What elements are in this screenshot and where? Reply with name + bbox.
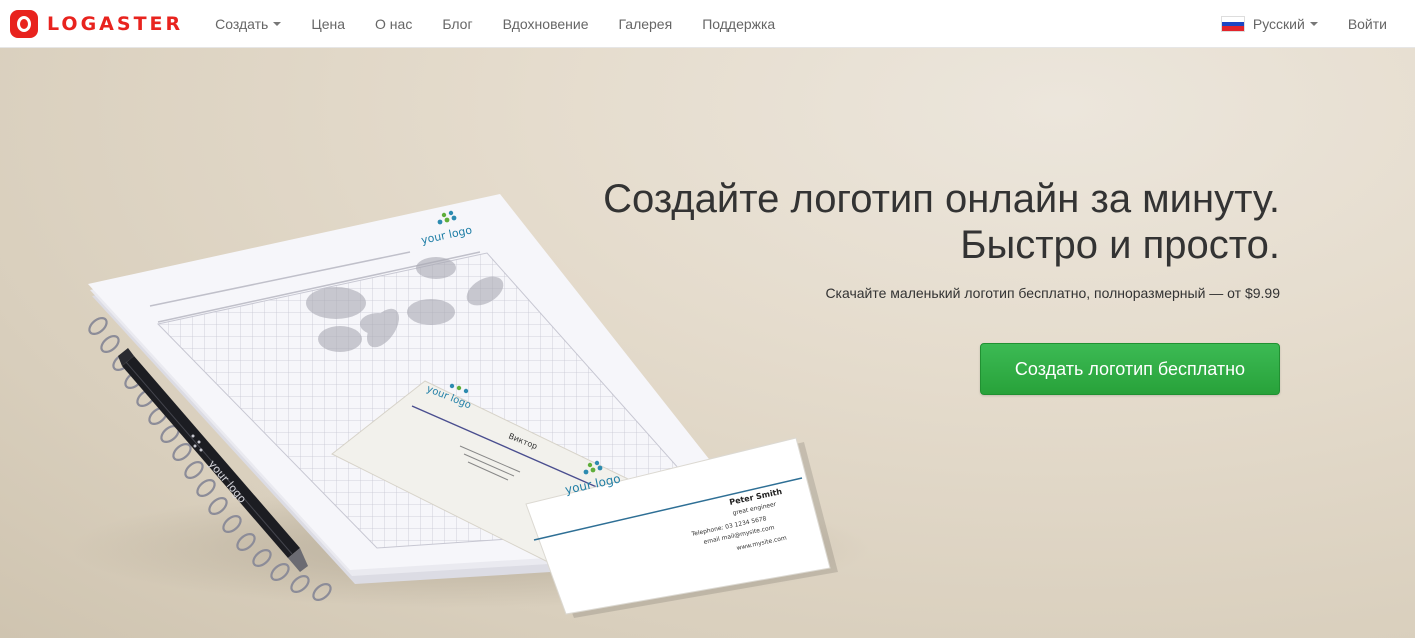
caret-down-icon xyxy=(1309,22,1318,26)
main-nav: Создать Цена О нас Блог Вдохновение Гале… xyxy=(200,16,790,32)
stationery-mockup-image: your logo your logo your logo Виктор you… xyxy=(70,194,870,618)
login-link[interactable]: Войти xyxy=(1333,16,1415,32)
hero-headline: Создайте логотип онлайн за минуту. Быстр… xyxy=(520,176,1280,268)
nav-item-support[interactable]: Поддержка xyxy=(687,16,790,32)
nav-item-gallery[interactable]: Галерея xyxy=(603,16,687,32)
brand-name: LOGASTER xyxy=(47,12,184,35)
language-selector[interactable]: Русский xyxy=(1220,16,1318,32)
hero-section: your logo your logo your logo Виктор you… xyxy=(0,48,1415,638)
nav-item-label: Создать xyxy=(215,15,269,32)
top-navbar: LOGASTER Создать Цена О нас Блог Вдохнов… xyxy=(0,0,1415,48)
create-logo-free-button[interactable]: Создать логотип бесплатно xyxy=(980,343,1280,395)
nav-item-blog[interactable]: Блог xyxy=(427,16,487,32)
nav-item-create[interactable]: Создать xyxy=(200,16,296,32)
headline-line-1: Создайте логотип онлайн за минуту. xyxy=(603,177,1280,221)
logaster-logo[interactable]: LOGASTER xyxy=(10,9,184,38)
hero-text-block: Создайте логотип онлайн за минуту. Быстр… xyxy=(520,176,1280,301)
hero-subline: Скачайте маленький логотип бесплатно, по… xyxy=(825,285,1280,301)
nav-item-inspiration[interactable]: Вдохновение xyxy=(488,16,604,32)
nav-item-about[interactable]: О нас xyxy=(360,16,427,32)
logaster-mark-icon xyxy=(10,9,38,38)
caret-down-icon xyxy=(273,21,282,26)
language-label: Русский xyxy=(1252,16,1305,32)
russia-flag-icon xyxy=(1220,16,1245,32)
nav-item-price[interactable]: Цена xyxy=(296,16,360,32)
headline-line-2: Быстро и просто. xyxy=(960,223,1280,267)
nav-right: Русский Войти xyxy=(1220,0,1415,48)
